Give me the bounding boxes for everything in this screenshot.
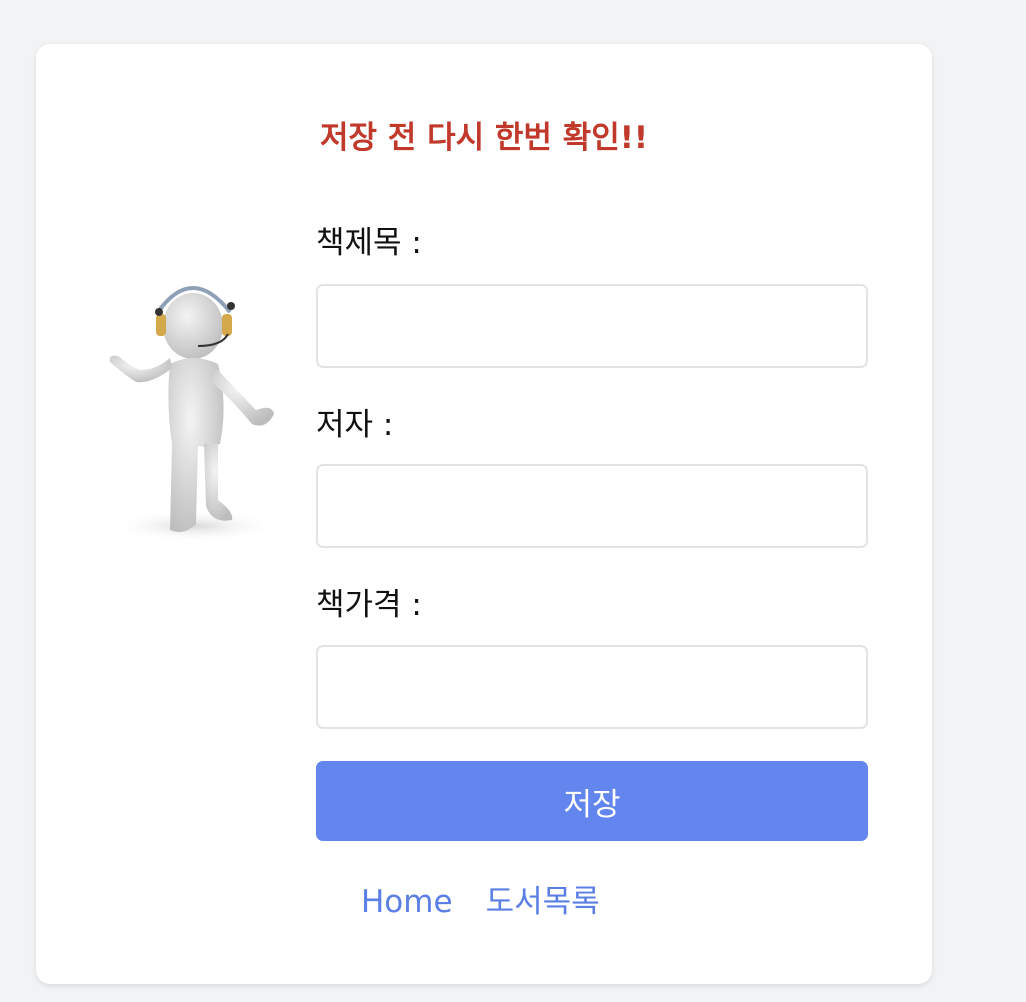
book-title-label: 책제목 :: [316, 225, 422, 261]
book-list-link[interactable]: 도서목록: [486, 884, 600, 920]
author-input[interactable]: [316, 464, 868, 548]
nav-links: Home 도서목록: [361, 876, 628, 921]
save-button[interactable]: 저장: [316, 761, 868, 841]
headset-person-icon: [100, 234, 280, 544]
author-label: 저자 :: [316, 407, 394, 443]
book-price-label: 책가격 :: [316, 587, 422, 623]
page-title: 저장 전 다시 한번 확인!!: [319, 120, 649, 156]
form-card: 저장 전 다시 한번 확인!! 책제목: 저자: 책가격: 저장 Home…: [36, 44, 932, 984]
book-price-input[interactable]: [316, 645, 868, 729]
book-title-input[interactable]: [316, 284, 868, 368]
home-link[interactable]: Home: [361, 884, 453, 920]
